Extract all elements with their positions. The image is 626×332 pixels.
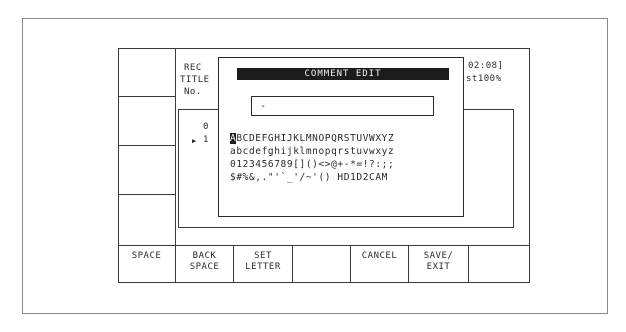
cancel-key[interactable]: CANCEL [351, 245, 409, 283]
rec-label: REC [184, 63, 202, 73]
char-row-text: abcdefghijklmnopqrstuvwxyz [230, 146, 395, 157]
blank-key-2[interactable] [469, 245, 530, 283]
softkey-label: BACK SPACE [189, 251, 220, 272]
softkey-label: SAVE/ EXIT [423, 251, 454, 272]
selected-marker-icon: ▶ [192, 137, 197, 145]
percent-text: st100% [466, 74, 502, 84]
dialog-title: COMMENT EDIT [237, 68, 449, 80]
softkey-label: CANCEL [361, 251, 398, 261]
left-slot-divider-1 [118, 96, 176, 97]
set-letter-key[interactable]: SET LETTER [234, 245, 293, 283]
no-label: No. [184, 87, 202, 97]
char-row-digits[interactable]: 0123456789[]()<>@+-*=!?:;; [230, 159, 394, 170]
char-row-text: 0123456789[]()<>@+-*=!?:;; [230, 159, 395, 170]
softkey-label: SPACE [131, 251, 162, 261]
list-item[interactable]: 1 [203, 135, 209, 145]
space-key[interactable]: SPACE [118, 245, 176, 283]
char-row-text: $#%&,."'`_'/~'() HD1D2CAM [230, 172, 388, 183]
comment-input-value: - [260, 101, 267, 112]
time-text: 02:08] [468, 61, 504, 71]
title-label: TITLE [180, 75, 210, 85]
blank-key-1[interactable] [293, 245, 351, 283]
char-row-symbols[interactable]: $#%&,."'`_'/~'() HD1D2CAM [230, 172, 388, 183]
comment-input[interactable]: - [251, 96, 434, 116]
list-item[interactable]: 0 [203, 122, 209, 132]
char-row-text: BCDEFGHIJKLMNOPQRSTUVWXYZ [236, 133, 395, 144]
save-exit-key[interactable]: SAVE/ EXIT [409, 245, 469, 283]
comment-edit-dialog: COMMENT EDIT - ABCDEFGHIJKLMNOPQRSTUVWXY… [218, 57, 464, 217]
char-row-uppercase[interactable]: ABCDEFGHIJKLMNOPQRSTUVWXYZ [230, 133, 394, 144]
backspace-key[interactable]: BACK SPACE [176, 245, 234, 283]
char-row-lowercase[interactable]: abcdefghijklmnopqrstuvwxyz [230, 146, 394, 157]
left-column-divider [175, 48, 176, 245]
softkey-label: SET LETTER [245, 251, 281, 272]
left-slot-divider-2 [118, 145, 176, 146]
left-slot-divider-3 [118, 194, 176, 195]
